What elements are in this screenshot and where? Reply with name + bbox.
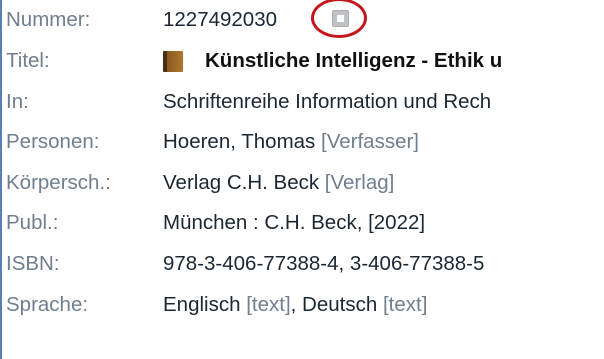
- value-titel: Künstliche Intelligenz - Ethik u: [205, 49, 503, 72]
- bibliographic-record: Nummer: 1227492030 Titel: Künstliche Int…: [0, 0, 604, 359]
- value-sprache: Englisch [text], Deutsch [text]: [163, 285, 427, 325]
- row-nummer: Nummer: 1227492030: [0, 0, 604, 40]
- row-publ: Publ.: München : C.H. Beck, [2022]: [0, 203, 604, 243]
- language-separator: ,: [290, 293, 297, 316]
- value-in[interactable]: Schriftenreihe Information und Rech: [163, 82, 491, 122]
- value-publ: München : C.H. Beck, [2022]: [163, 211, 426, 234]
- person-link[interactable]: Hoeren, Thomas: [163, 130, 315, 153]
- row-titel: Titel: Künstliche Intelligenz - Ethik u: [0, 41, 604, 81]
- language-2-role: [text]: [382, 293, 428, 316]
- book-icon: [163, 51, 183, 72]
- language-2: Deutsch: [302, 293, 378, 316]
- row-personen: Personen: Hoeren, Thomas [Verfasser]: [0, 122, 604, 162]
- value-koerperschaft: Verlag C.H. Beck [Verlag]: [163, 163, 394, 203]
- value-nummer: 1227492030: [163, 8, 278, 31]
- row-koerperschaft: Körpersch.: Verlag C.H. Beck [Verlag]: [0, 163, 604, 203]
- language-1: Englisch: [163, 293, 241, 316]
- label-isbn: ISBN:: [6, 252, 60, 275]
- language-1-role: [text]: [246, 293, 291, 316]
- corporate-body-role: [Verlag]: [324, 171, 395, 194]
- label-personen: Personen:: [6, 130, 100, 153]
- value-isbn: 978-3-406-77388-4, 3-406-77388-5: [163, 252, 485, 275]
- label-koerperschaft: Körpersch.:: [6, 171, 111, 194]
- corporate-body-link[interactable]: Verlag C.H. Beck: [163, 171, 319, 194]
- row-sprache: Sprache: Englisch [text], Deutsch [text]: [0, 285, 604, 325]
- label-sprache: Sprache:: [6, 293, 89, 316]
- label-in: In:: [6, 90, 29, 113]
- label-titel: Titel:: [6, 49, 50, 72]
- highlight-circle: [311, 0, 367, 38]
- value-personen: Hoeren, Thomas [Verfasser]: [163, 122, 419, 162]
- label-nummer: Nummer:: [6, 8, 91, 31]
- row-in: In: Schriftenreihe Information und Rech: [0, 82, 604, 122]
- row-isbn: ISBN: 978-3-406-77388-4, 3-406-77388-5: [0, 244, 604, 284]
- label-publ: Publ.:: [6, 211, 59, 234]
- person-role: [Verfasser]: [321, 130, 420, 153]
